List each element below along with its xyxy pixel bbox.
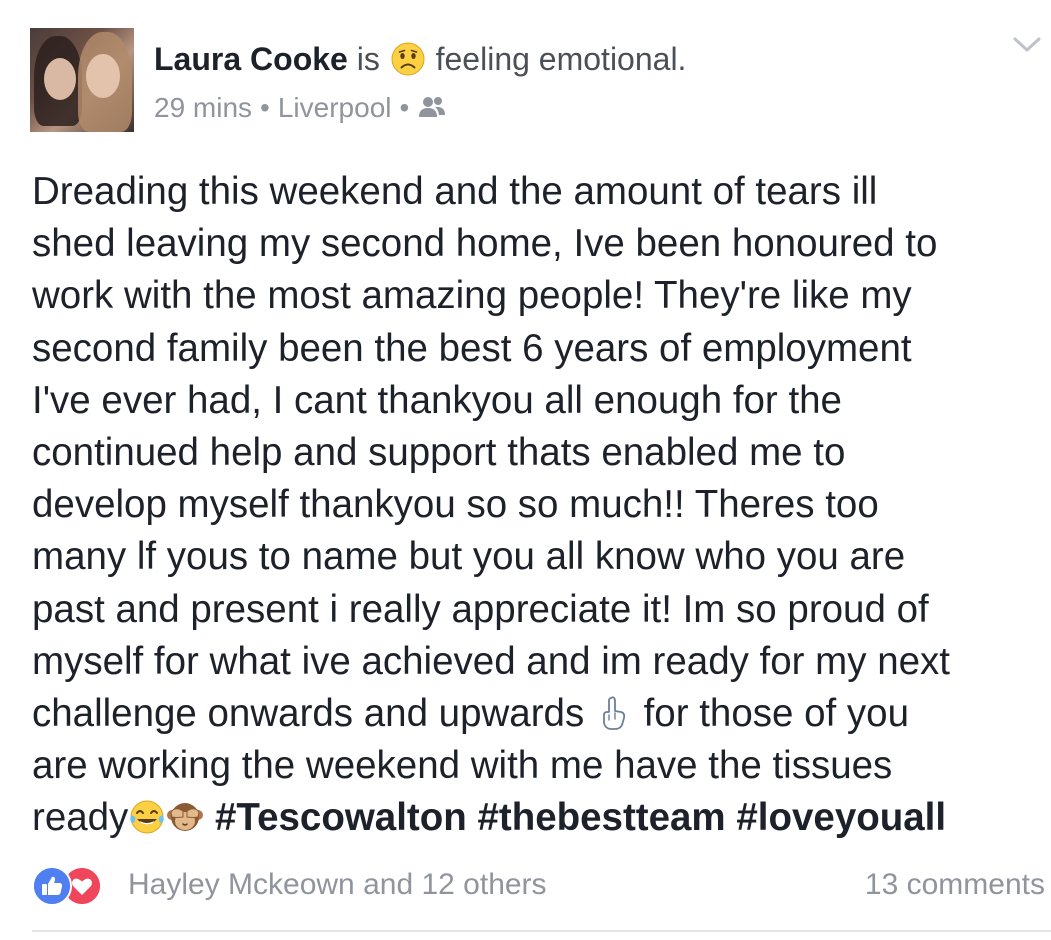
- body-text-segment: challenge onwards and upwards: [32, 692, 585, 736]
- post-timestamp[interactable]: 29 mins: [154, 92, 252, 123]
- post-body: Dreading this weekend and the amount of …: [32, 166, 1042, 845]
- friends-icon[interactable]: [417, 95, 447, 119]
- body-text-segment: for those of you: [643, 692, 909, 736]
- body-line: past and present i really appreciate it!…: [32, 587, 929, 631]
- body-line: work with the most amazing people! They'…: [32, 274, 912, 318]
- like-reaction-icon: [32, 866, 72, 906]
- body-line: I've ever had, I cant thankyou all enoug…: [32, 378, 842, 422]
- pointing-up-hand-emoji: [603, 696, 625, 730]
- feed-post: Laura Cooke is feeling emotional. 29 min…: [0, 0, 1051, 940]
- hashtag-link[interactable]: #Tescowalton: [215, 796, 467, 839]
- body-line: second family been the best 6 years of e…: [32, 326, 912, 370]
- comments-count[interactable]: 13 comments: [865, 866, 1045, 904]
- chevron-down-icon[interactable]: [1012, 36, 1042, 54]
- body-line: ready #Tescowalton #thebestteam #loveyou…: [32, 792, 1042, 844]
- post-location[interactable]: Liverpool: [278, 92, 392, 123]
- body-line: challenge onwards and upwards for those …: [32, 688, 1042, 740]
- body-line: many lf yous to name but you all know wh…: [32, 535, 906, 579]
- hashtag-link[interactable]: #thebestteam: [477, 796, 725, 839]
- meta-separator: •: [399, 92, 410, 123]
- reactors-summary[interactable]: Hayley Mckeown and 12 others: [128, 866, 547, 904]
- body-line: continued help and support thats enabled…: [32, 431, 846, 475]
- feeling-prefix: is: [356, 41, 380, 77]
- meta-separator: •: [260, 92, 270, 123]
- divider: [32, 930, 1051, 932]
- tears-of-joy-emoji: [130, 800, 164, 834]
- body-line: shed leaving my second home, Ive been ho…: [32, 222, 938, 266]
- sad-face-emoji: [391, 42, 425, 76]
- body-line: myself for what ive achieved and im read…: [32, 639, 950, 683]
- body-line: develop myself thankyou so so much!! The…: [32, 483, 879, 527]
- hashtag-link[interactable]: #loveyouall: [736, 796, 946, 839]
- post-meta: 29 mins • Liverpool •: [154, 90, 447, 126]
- see-no-evil-monkey-emoji: [167, 803, 204, 832]
- feeling-text: feeling emotional.: [435, 41, 687, 77]
- body-text-segment: ready: [32, 796, 129, 840]
- author-avatar[interactable]: [30, 28, 134, 132]
- post-header: Laura Cooke is feeling emotional.: [154, 38, 686, 80]
- body-line: are working the weekend with me have the…: [32, 744, 893, 788]
- body-line: Dreading this weekend and the amount of …: [32, 170, 878, 213]
- author-name[interactable]: Laura Cooke: [154, 41, 348, 77]
